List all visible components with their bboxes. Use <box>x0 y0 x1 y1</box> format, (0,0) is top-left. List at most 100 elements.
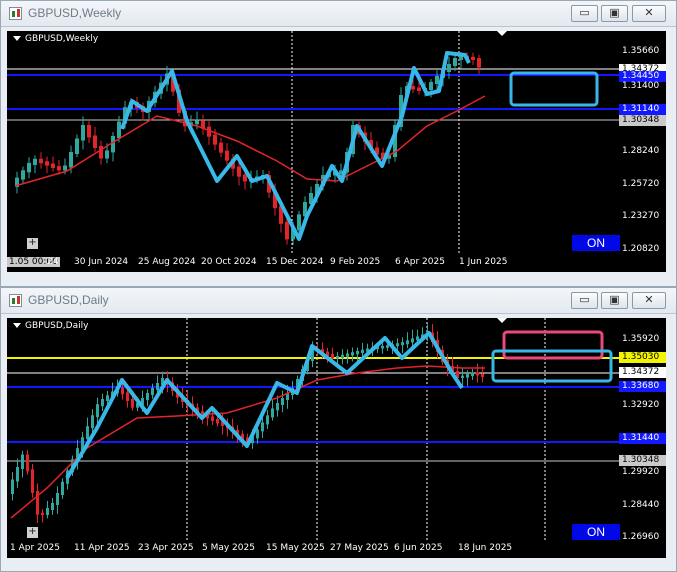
candle-body <box>356 351 359 355</box>
close-button[interactable]: ✕ <box>632 5 666 22</box>
candle-body <box>211 416 214 421</box>
weekly-chart-canvas[interactable]: GBPUSD,Weekly 1.35660 1.34372 1.34450 1.… <box>7 31 666 267</box>
time-axis-label: 6 Jun 2025 <box>394 543 443 553</box>
candle-body <box>297 214 301 231</box>
candle-body <box>336 356 339 359</box>
daily-chart-window[interactable]: GBPUSD,Daily ▭ ▣ ✕ GBPUSD,Daily 1.35920 … <box>0 287 677 572</box>
candle-body <box>156 383 159 390</box>
candle-body <box>435 76 439 84</box>
weekly-time-axis: 1.05 00:00 24 30 Jun 2024 25 Aug 2024 20… <box>7 254 666 272</box>
candle-body <box>417 87 421 91</box>
candle-body <box>91 415 94 429</box>
time-axis-label: 11 Apr 2025 <box>74 543 130 553</box>
candle-body <box>21 170 25 180</box>
price-axis-label: 1.35920 <box>622 334 660 344</box>
time-axis-label: 15 Dec 2024 <box>266 257 324 267</box>
chart-window-icon <box>9 294 22 307</box>
daily-title-bar[interactable]: GBPUSD,Daily ▭ ▣ ✕ <box>1 288 676 314</box>
candle-body <box>281 398 284 405</box>
candle-body <box>63 165 67 171</box>
candle-body <box>429 82 433 90</box>
candle-body <box>121 387 124 395</box>
price-axis-label: 1.28440 <box>622 500 660 510</box>
current-price-label: 1.34372 <box>619 367 666 378</box>
candle-body <box>276 403 279 411</box>
price-axis-label: 1.29920 <box>622 467 660 477</box>
zigzag-line <box>65 331 464 480</box>
weekly-window-title: GBPUSD,Weekly <box>28 6 122 20</box>
candle-body <box>346 353 349 357</box>
candle-body <box>396 343 399 347</box>
candle-body <box>31 469 34 493</box>
daily-symbol-label: GBPUSD,Daily <box>13 321 88 331</box>
candle-body <box>466 374 469 378</box>
weekly-symbol-label: GBPUSD,Weekly <box>13 34 98 44</box>
price-axis-label: 1.32920 <box>622 400 660 410</box>
candle-body <box>33 158 37 165</box>
candle-body <box>81 125 85 141</box>
candle-body <box>476 372 479 376</box>
price-axis-label: 1.23270 <box>622 211 660 221</box>
maximize-button[interactable]: ▣ <box>601 5 628 22</box>
candle-body <box>453 58 457 66</box>
candle-body <box>46 508 49 515</box>
candle-body <box>447 64 451 72</box>
maximize-button[interactable]: ▣ <box>601 292 628 309</box>
candle-body <box>477 58 481 68</box>
time-axis-label: 6 Apr 2025 <box>395 257 445 267</box>
on-toggle-button[interactable]: ON <box>572 524 620 540</box>
hline-price-label: 1.31440 <box>619 433 666 444</box>
time-axis-label: 30 Jun 2024 <box>74 257 129 267</box>
weekly-chart-window[interactable]: GBPUSD,Weekly ▭ ▣ ✕ GBPUSD,Weekly 1.3566… <box>0 0 677 287</box>
candle-body <box>21 454 24 469</box>
on-toggle-button[interactable]: ON <box>572 235 620 251</box>
daily-window-title: GBPUSD,Daily <box>28 293 109 307</box>
candle-body <box>117 121 121 138</box>
price-axis-label: 1.20820 <box>622 244 660 254</box>
minimize-button[interactable]: ▭ <box>571 5 598 22</box>
minimize-button[interactable]: ▭ <box>571 292 598 309</box>
candle-body <box>219 142 223 153</box>
zoom-plus-button[interactable]: + <box>27 527 38 538</box>
level-price-label: 1.30348 <box>619 115 666 126</box>
candle-body <box>406 340 409 345</box>
candle-body <box>471 56 475 60</box>
weekly-title-bar[interactable]: GBPUSD,Weekly ▭ ▣ ✕ <box>1 1 676 27</box>
candle-body <box>96 404 99 418</box>
time-axis-label: 20 Oct 2024 <box>201 257 257 267</box>
chart-window-icon <box>9 7 22 20</box>
candle-body <box>411 338 414 343</box>
close-button[interactable]: ✕ <box>632 292 666 309</box>
candle-body <box>11 479 14 494</box>
price-axis-label: 1.28240 <box>622 146 660 156</box>
resistance-zone-rectangle <box>502 330 604 360</box>
candle-body <box>45 161 49 166</box>
candle-body <box>237 166 241 177</box>
daily-price-plot <box>7 318 619 540</box>
candle-body <box>285 221 289 240</box>
candle-body <box>331 354 334 359</box>
candle-body <box>386 345 389 348</box>
candle-body <box>271 408 274 418</box>
candle-body <box>146 393 149 400</box>
time-axis-label: 5 May 2025 <box>202 543 255 553</box>
candle-body <box>341 354 344 358</box>
daily-chart-canvas[interactable]: GBPUSD,Daily 1.35920 1.35030 1.34372 1.3… <box>7 318 666 556</box>
candle-body <box>69 152 73 168</box>
time-axis-label: 24 <box>47 257 59 267</box>
hline-price-label: 1.31140 <box>619 104 666 115</box>
shift-marker <box>497 31 507 36</box>
candle-body <box>51 163 55 168</box>
candle-body <box>86 426 89 440</box>
level-price-label: 1.30348 <box>619 455 666 466</box>
time-axis-label: 25 Aug 2024 <box>138 257 196 267</box>
candle-body <box>99 146 103 159</box>
price-axis-label: 1.35660 <box>622 46 660 56</box>
zoom-plus-button[interactable]: + <box>27 238 38 249</box>
candle-body <box>41 512 44 515</box>
price-axis-label: 1.25720 <box>622 179 660 189</box>
candle-body <box>261 422 264 432</box>
zigzag-line <box>120 51 471 241</box>
candle-body <box>93 135 97 148</box>
candle-body <box>361 349 364 353</box>
